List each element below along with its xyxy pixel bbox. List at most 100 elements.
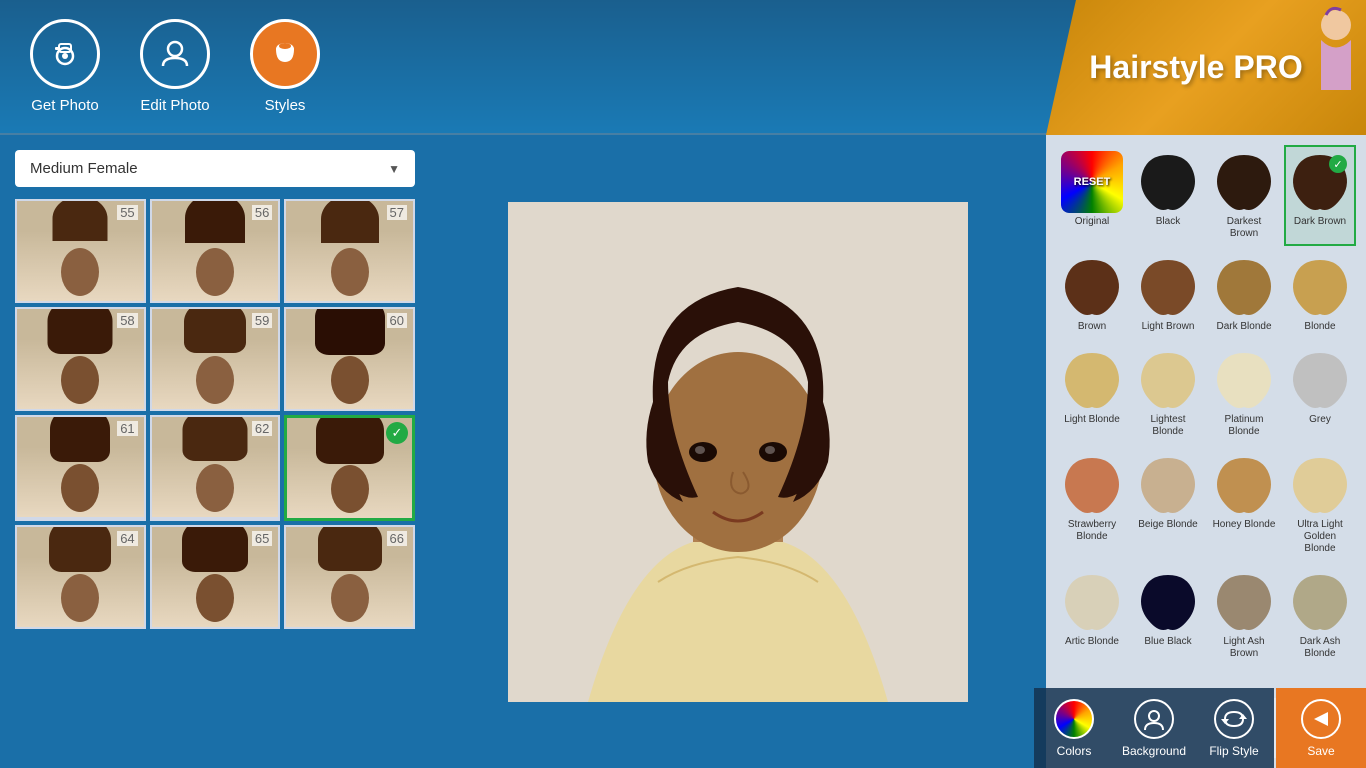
category-dropdown-container[interactable]: Medium Female ▼ bbox=[15, 150, 415, 187]
color-swatch-darkest-brown bbox=[1213, 151, 1275, 213]
edit-photo-label: Edit Photo bbox=[140, 97, 209, 114]
color-item-dark-blonde[interactable]: Dark Blonde bbox=[1208, 250, 1280, 339]
style-item-59[interactable]: 59 bbox=[150, 307, 281, 411]
color-swatch-original: RESET bbox=[1061, 151, 1123, 213]
color-swatch-blonde bbox=[1289, 256, 1351, 318]
dropdown-value: Medium Female bbox=[30, 160, 138, 177]
colors-panel: RESET Original Black Darkest Brown bbox=[1046, 135, 1366, 768]
color-swatch-light-blonde bbox=[1061, 349, 1123, 411]
colors-grid: RESET Original Black Darkest Brown bbox=[1056, 145, 1356, 666]
color-name-artic-blonde: Artic Blonde bbox=[1065, 636, 1119, 648]
color-swatch-light-brown bbox=[1137, 256, 1199, 318]
style-item-55[interactable]: 55 bbox=[15, 199, 146, 303]
color-item-original[interactable]: RESET Original bbox=[1056, 145, 1128, 246]
save-label: Save bbox=[1307, 744, 1334, 758]
toolbar-background-button[interactable]: Background bbox=[1114, 688, 1194, 768]
color-swatch-beige-blonde bbox=[1137, 454, 1199, 516]
style-item-63[interactable]: ✓ bbox=[284, 415, 415, 521]
color-item-black[interactable]: Black bbox=[1132, 145, 1204, 246]
color-swatch-brown bbox=[1061, 256, 1123, 318]
color-swatch-dark-brown: ✓ bbox=[1289, 151, 1351, 213]
style-num-57: 57 bbox=[387, 205, 407, 220]
color-name-lightest-blonde: Lightest Blonde bbox=[1136, 414, 1200, 438]
category-dropdown[interactable]: Medium Female ▼ bbox=[15, 150, 415, 187]
color-item-blue-black[interactable]: Blue Black bbox=[1132, 565, 1204, 666]
color-item-brown[interactable]: Brown bbox=[1056, 250, 1128, 339]
style-num-65: 65 bbox=[252, 531, 272, 546]
style-num-58: 58 bbox=[117, 313, 137, 328]
nav-styles[interactable]: Styles bbox=[250, 19, 320, 114]
color-name-light-ash-brown: Light Ash Brown bbox=[1212, 636, 1276, 660]
color-name-light-blonde: Light Blonde bbox=[1064, 414, 1120, 426]
color-item-blonde[interactable]: Blonde bbox=[1284, 250, 1356, 339]
color-name-black: Black bbox=[1156, 216, 1180, 228]
color-item-dark-ash-blonde[interactable]: Dark Ash Blonde bbox=[1284, 565, 1356, 666]
get-photo-icon bbox=[30, 19, 100, 89]
color-item-light-brown[interactable]: Light Brown bbox=[1132, 250, 1204, 339]
style-num-55: 55 bbox=[117, 205, 137, 220]
get-photo-label: Get Photo bbox=[31, 97, 99, 114]
style-num-56: 56 bbox=[252, 205, 272, 220]
flip-style-label: Flip Style bbox=[1209, 744, 1258, 758]
style-num-62: 62 bbox=[252, 421, 272, 436]
toolbar-save-button[interactable]: Save bbox=[1276, 688, 1366, 768]
color-item-ultra-light-golden-blonde[interactable]: Ultra Light Golden Blonde bbox=[1284, 448, 1356, 561]
bottom-toolbar: Colors Background Flip Sty bbox=[1034, 688, 1366, 768]
style-item-62[interactable]: 62 bbox=[150, 415, 281, 521]
toolbar-colors-button[interactable]: Colors bbox=[1034, 688, 1114, 768]
styles-panel: Medium Female ▼ 55 56 bbox=[0, 135, 430, 768]
color-name-light-brown: Light Brown bbox=[1142, 321, 1195, 333]
style-num-60: 60 bbox=[387, 313, 407, 328]
styles-icon bbox=[250, 19, 320, 89]
nav-bar: Get Photo Edit Photo Styles bbox=[30, 19, 320, 114]
color-name-darkest-brown: Darkest Brown bbox=[1212, 216, 1276, 240]
color-item-light-ash-brown[interactable]: Light Ash Brown bbox=[1208, 565, 1280, 666]
colors-icon bbox=[1054, 699, 1094, 739]
style-item-57[interactable]: 57 bbox=[284, 199, 415, 303]
color-name-dark-brown: Dark Brown bbox=[1294, 216, 1346, 228]
style-item-64[interactable]: 64 bbox=[15, 525, 146, 629]
color-name-brown: Brown bbox=[1078, 321, 1106, 333]
color-swatch-grey bbox=[1289, 349, 1351, 411]
color-swatch-lightest-blonde bbox=[1137, 349, 1199, 411]
color-item-darkest-brown[interactable]: Darkest Brown bbox=[1208, 145, 1280, 246]
color-item-dark-brown[interactable]: ✓ Dark Brown bbox=[1284, 145, 1356, 246]
color-item-grey[interactable]: Grey bbox=[1284, 343, 1356, 444]
color-item-light-blonde[interactable]: Light Blonde bbox=[1056, 343, 1128, 444]
style-item-58[interactable]: 58 bbox=[15, 307, 146, 411]
color-item-lightest-blonde[interactable]: Lightest Blonde bbox=[1132, 343, 1204, 444]
style-item-60[interactable]: 60 bbox=[284, 307, 415, 411]
person-preview bbox=[508, 202, 968, 702]
color-item-platinum-blonde[interactable]: Platinum Blonde bbox=[1208, 343, 1280, 444]
style-item-66[interactable]: 66 bbox=[284, 525, 415, 629]
styles-label: Styles bbox=[265, 97, 306, 114]
style-num-66: 66 bbox=[387, 531, 407, 546]
color-item-strawberry-blonde[interactable]: Strawberry Blonde bbox=[1056, 448, 1128, 561]
color-item-honey-blonde[interactable]: Honey Blonde bbox=[1208, 448, 1280, 561]
color-swatch-ultra-light-golden-blonde bbox=[1289, 454, 1351, 516]
color-name-blue-black: Blue Black bbox=[1144, 636, 1191, 648]
dropdown-arrow-icon: ▼ bbox=[388, 162, 400, 176]
color-name-dark-blonde: Dark Blonde bbox=[1216, 321, 1271, 333]
nav-edit-photo[interactable]: Edit Photo bbox=[140, 19, 210, 114]
main-content: Medium Female ▼ 55 56 bbox=[0, 135, 1366, 768]
logo-text: Hairstyle PRO bbox=[1089, 49, 1302, 86]
style-item-56[interactable]: 56 bbox=[150, 199, 281, 303]
color-name-strawberry-blonde: Strawberry Blonde bbox=[1060, 519, 1124, 543]
style-item-65[interactable]: 65 bbox=[150, 525, 281, 629]
style-item-61[interactable]: 61 bbox=[15, 415, 146, 521]
color-name-beige-blonde: Beige Blonde bbox=[1138, 519, 1198, 531]
color-item-artic-blonde[interactable]: Artic Blonde bbox=[1056, 565, 1128, 666]
toolbar-flip-style-button[interactable]: Flip Style bbox=[1194, 688, 1274, 768]
color-name-platinum-blonde: Platinum Blonde bbox=[1212, 414, 1276, 438]
flip-style-icon bbox=[1214, 699, 1254, 739]
photo-frame bbox=[508, 202, 968, 702]
color-swatch-blue-black bbox=[1137, 571, 1199, 633]
background-label: Background bbox=[1122, 744, 1186, 758]
nav-get-photo[interactable]: Get Photo bbox=[30, 19, 100, 114]
styles-grid: 55 56 57 bbox=[15, 199, 415, 629]
header: Get Photo Edit Photo Styles bbox=[0, 0, 1366, 135]
color-item-beige-blonde[interactable]: Beige Blonde bbox=[1132, 448, 1204, 561]
edit-photo-icon bbox=[140, 19, 210, 89]
color-check-dark-brown: ✓ bbox=[1329, 155, 1347, 173]
